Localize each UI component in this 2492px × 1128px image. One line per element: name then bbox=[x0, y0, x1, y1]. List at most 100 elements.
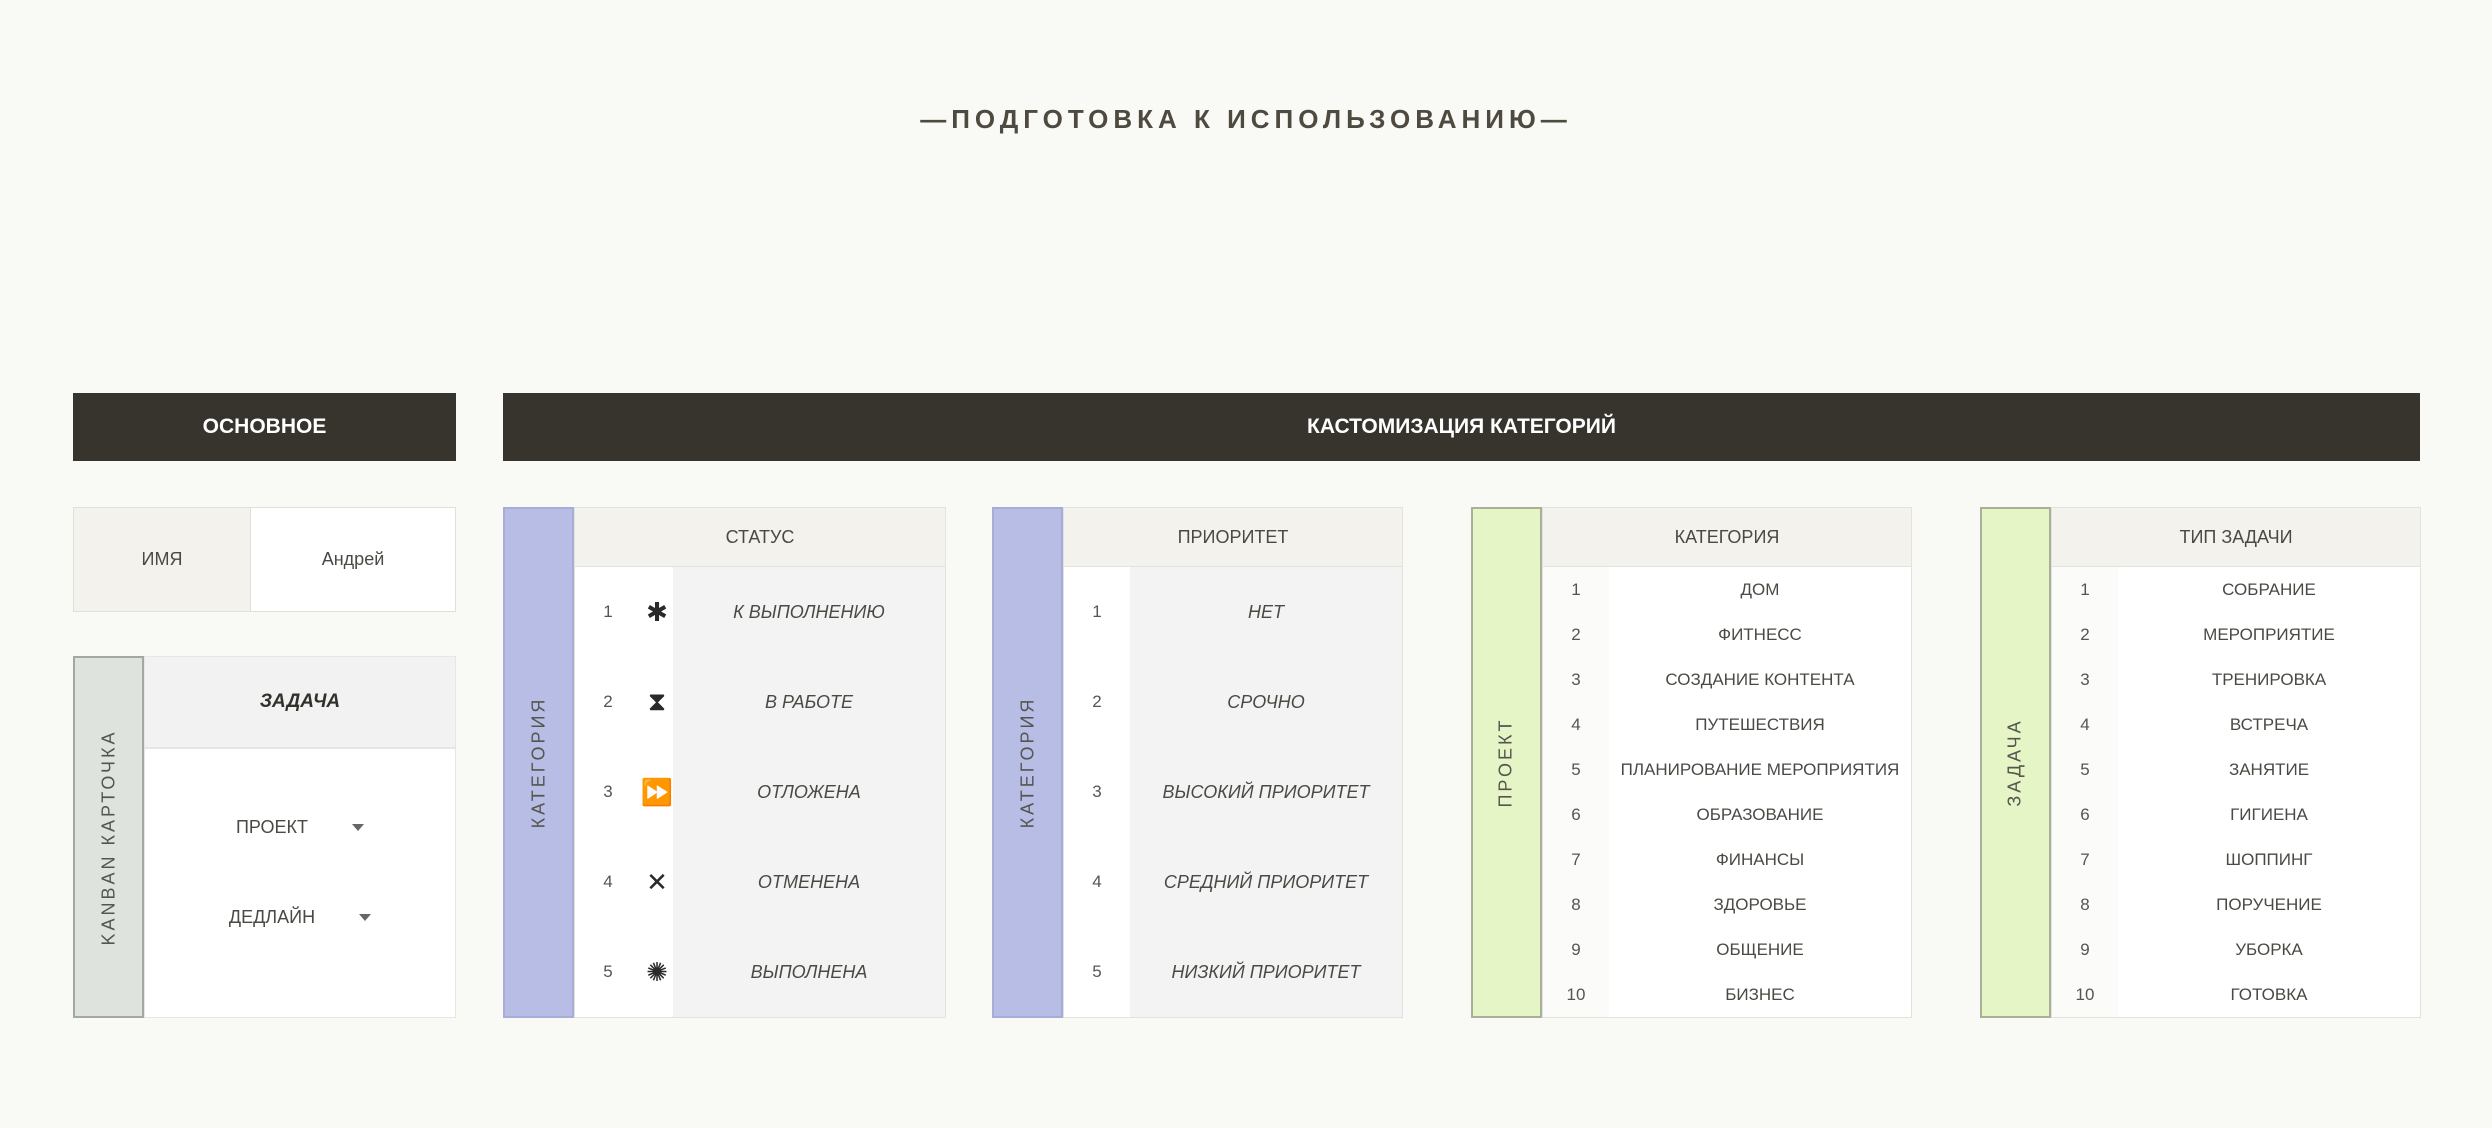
status-side-label-text: КАТЕГОРИЯ bbox=[528, 696, 549, 829]
project-dropdown[interactable]: ПРОЕКТ bbox=[145, 811, 455, 843]
item-label: СОБРАНИЕ bbox=[2222, 579, 2316, 599]
item-label: НИЗКИЙ ПРИОРИТЕТ bbox=[1130, 927, 1402, 1017]
list-item[interactable]: 3 СОЗДАНИЕ КОНТЕНТА bbox=[1543, 657, 1911, 702]
item-number: 5 bbox=[1092, 962, 1102, 981]
list-item[interactable]: 9 УБОРКА bbox=[2052, 927, 2420, 972]
fast-forward-icon: ⏩ bbox=[640, 776, 674, 807]
list-item[interactable]: 2 СРОЧНО bbox=[1064, 657, 1402, 747]
list-item[interactable]: 7 ШОППИНГ bbox=[2052, 837, 2420, 882]
list-item[interactable]: 6 ОБРАЗОВАНИЕ bbox=[1543, 792, 1911, 837]
asterisk-icon: ✱ bbox=[646, 596, 668, 627]
item-number: 1 bbox=[1092, 602, 1102, 621]
list-item[interactable]: 1 ДОМ bbox=[1543, 567, 1911, 612]
item-number: 5 bbox=[1543, 747, 1609, 792]
list-item[interactable]: 4 ✕ ОТМЕНЕНА bbox=[575, 837, 945, 927]
list-item[interactable]: 10 ГОТОВКА bbox=[2052, 972, 2420, 1017]
item-label: ФИНАНСЫ bbox=[1715, 849, 1805, 869]
list-item[interactable]: 3 ⏩ ОТЛОЖЕНА bbox=[575, 747, 945, 837]
item-label: ЗДОРОВЬЕ bbox=[1713, 894, 1807, 914]
name-label: ИМЯ bbox=[73, 507, 251, 612]
task-side-label-text: ЗАДАЧА bbox=[2005, 718, 2025, 807]
item-label: ДОМ bbox=[1740, 579, 1780, 599]
item-label: К ВЫПОЛНЕНИЮ bbox=[673, 567, 945, 657]
item-label: ВЫСОКИЙ ПРИОРИТЕТ bbox=[1130, 747, 1402, 837]
name-field[interactable]: Андрей bbox=[251, 507, 456, 612]
item-number: 1 bbox=[1543, 567, 1609, 612]
task-type-column-header: ТИП ЗАДАЧИ bbox=[2051, 507, 2421, 567]
item-number: 6 bbox=[2052, 792, 2118, 837]
deadline-dropdown[interactable]: ДЕДЛАЙН bbox=[145, 901, 455, 933]
list-item[interactable]: 8 ЗДОРОВЬЕ bbox=[1543, 882, 1911, 927]
project-side-label-text: ПРОЕКТ bbox=[1496, 717, 1517, 808]
item-label: ФИТНЕСС bbox=[1718, 624, 1802, 644]
list-item[interactable]: 8 ПОРУЧЕНИЕ bbox=[2052, 882, 2420, 927]
list-item[interactable]: 5 НИЗКИЙ ПРИОРИТЕТ bbox=[1064, 927, 1402, 1017]
item-number: 1 bbox=[603, 602, 613, 621]
item-number: 10 bbox=[1543, 972, 1609, 1017]
list-item[interactable]: 4 ПУТЕШЕСТВИЯ bbox=[1543, 702, 1911, 747]
item-number: 4 bbox=[1092, 872, 1102, 891]
list-item[interactable]: 1 ✱ К ВЫПОЛНЕНИЮ bbox=[575, 567, 945, 657]
deadline-dropdown-label: ДЕДЛАЙН bbox=[228, 906, 316, 927]
item-number: 3 bbox=[1092, 782, 1102, 801]
list-item[interactable]: 5 ЗАНЯТИЕ bbox=[2052, 747, 2420, 792]
list-item[interactable]: 5 ✺ ВЫПОЛНЕНА bbox=[575, 927, 945, 1017]
kanban-card-label-text: KANBAN КАРТОЧКА bbox=[98, 729, 118, 945]
list-item[interactable]: 4 СРЕДНИЙ ПРИОРИТЕТ bbox=[1064, 837, 1402, 927]
category-column-header: КАТЕГОРИЯ bbox=[1542, 507, 1912, 567]
kanban-card-body: ПРОЕКТ ДЕДЛАЙН bbox=[144, 748, 456, 1018]
item-label: ПЛАНИРОВАНИЕ МЕРОПРИЯТИЯ bbox=[1620, 759, 1900, 779]
item-number: 7 bbox=[1543, 837, 1609, 882]
item-label: ГИГИЕНА bbox=[2230, 804, 2308, 824]
list-item[interactable]: 9 ОБЩЕНИЕ bbox=[1543, 927, 1911, 972]
list-item[interactable]: 2 ФИТНЕСС bbox=[1543, 612, 1911, 657]
cross-icon: ✕ bbox=[646, 866, 668, 897]
item-number: 9 bbox=[2052, 927, 2118, 972]
item-number: 2 bbox=[603, 692, 613, 711]
item-number: 2 bbox=[1092, 692, 1102, 711]
list-item[interactable]: 10 БИЗНЕС bbox=[1543, 972, 1911, 1017]
item-label: ВСТРЕЧА bbox=[2229, 714, 2309, 734]
list-item[interactable]: 1 СОБРАНИЕ bbox=[2052, 567, 2420, 612]
item-label: ЗАНЯТИЕ bbox=[2228, 759, 2310, 779]
list-item[interactable]: 3 ВЫСОКИЙ ПРИОРИТЕТ bbox=[1064, 747, 1402, 837]
item-number: 8 bbox=[1543, 882, 1609, 927]
item-number: 4 bbox=[2052, 702, 2118, 747]
basic-section-header: ОСНОВНОЕ bbox=[73, 393, 456, 461]
list-item[interactable]: 2 МЕРОПРИЯТИЕ bbox=[2052, 612, 2420, 657]
chevron-down-icon bbox=[359, 913, 372, 921]
list-item[interactable]: 7 ФИНАНСЫ bbox=[1543, 837, 1911, 882]
item-label: ШОППИНГ bbox=[2225, 849, 2313, 869]
item-label: ГОТОВКА bbox=[2230, 984, 2308, 1004]
item-label: В РАБОТЕ bbox=[673, 657, 945, 747]
status-list: 1 ✱ К ВЫПОЛНЕНИЮ 2 ⧗ В РАБОТЕ 3 ⏩ ОТЛОЖЕНА 4 ✕ ОТМЕ… bbox=[574, 567, 946, 1018]
item-label: СОЗДАНИЕ КОНТЕНТА bbox=[1665, 669, 1855, 689]
list-item[interactable]: 4 ВСТРЕЧА bbox=[2052, 702, 2420, 747]
item-number: 7 bbox=[2052, 837, 2118, 882]
category-list: 1 ДОМ 2 ФИТНЕСС 3 СОЗДАНИЕ КОНТЕНТА 4 ПУТЕШЕСТВ… bbox=[1542, 567, 1912, 1018]
list-item[interactable]: 5 ПЛАНИРОВАНИЕ МЕРОПРИЯТИЯ bbox=[1543, 747, 1911, 792]
project-dropdown-label: ПРОЕКТ bbox=[235, 816, 309, 837]
item-number: 5 bbox=[2052, 747, 2118, 792]
item-label: ТРЕНИРОВКА bbox=[2211, 669, 2327, 689]
item-label: ОБЩЕНИЕ bbox=[1716, 939, 1804, 959]
item-label: НЕТ bbox=[1130, 567, 1402, 657]
item-number: 8 bbox=[2052, 882, 2118, 927]
list-item[interactable]: 2 ⧗ В РАБОТЕ bbox=[575, 657, 945, 747]
item-label: УБОРКА bbox=[2235, 939, 2303, 959]
list-item[interactable]: 6 ГИГИЕНА bbox=[2052, 792, 2420, 837]
item-label: МЕРОПРИЯТИЕ bbox=[2203, 624, 2335, 644]
status-column-header: СТАТУС bbox=[574, 507, 946, 567]
list-item[interactable]: 3 ТРЕНИРОВКА bbox=[2052, 657, 2420, 702]
item-number: 1 bbox=[2052, 567, 2118, 612]
item-label: ПУТЕШЕСТВИЯ bbox=[1695, 714, 1825, 734]
item-label: ОТЛОЖЕНА bbox=[673, 747, 945, 837]
item-label: БИЗНЕС bbox=[1725, 984, 1795, 1004]
task-type-list: 1 СОБРАНИЕ 2 МЕРОПРИЯТИЕ 3 ТРЕНИРОВКА 4 ВСТРЕЧА… bbox=[2051, 567, 2421, 1018]
item-number: 2 bbox=[1543, 612, 1609, 657]
sun-burst-icon: ✺ bbox=[646, 956, 668, 987]
priority-column-header: ПРИОРИТЕТ bbox=[1063, 507, 1403, 567]
item-number: 3 bbox=[603, 782, 613, 801]
project-side-label: ПРОЕКТ bbox=[1471, 507, 1542, 1018]
list-item[interactable]: 1 НЕТ bbox=[1064, 567, 1402, 657]
